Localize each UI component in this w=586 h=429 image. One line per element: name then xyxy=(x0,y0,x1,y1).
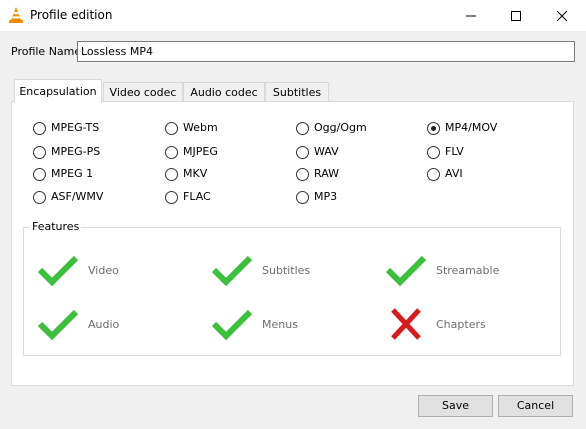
cancel-button-label: Cancel xyxy=(516,399,555,412)
check-icon xyxy=(37,309,79,341)
cancel-button[interactable]: Cancel xyxy=(498,395,573,417)
feature-label: Menus xyxy=(262,318,298,331)
features-title: Features xyxy=(30,220,82,233)
minimize-icon xyxy=(466,15,476,17)
save-button-label: Save xyxy=(441,399,469,412)
feature-label: Video xyxy=(88,264,119,277)
feature-label: Chapters xyxy=(436,318,486,331)
save-button[interactable]: Save xyxy=(418,395,493,417)
radio-label: Webm xyxy=(183,121,218,134)
feature-label: Streamable xyxy=(436,264,500,277)
radio-circle xyxy=(296,191,309,204)
feature-label: Audio xyxy=(88,318,120,331)
radio-circle xyxy=(33,122,46,135)
check-icon xyxy=(211,255,253,287)
radio-circle xyxy=(165,122,178,135)
check-icon xyxy=(211,309,253,341)
minimize-button[interactable] xyxy=(448,0,494,31)
tab-subtitles[interactable]: Subtitles xyxy=(265,82,329,102)
tab-audio-codec[interactable]: Audio codec xyxy=(183,82,265,102)
cross-icon xyxy=(391,308,421,340)
radio-circle xyxy=(296,146,309,159)
window-title: Profile edition xyxy=(30,8,113,22)
radio-label: RAW xyxy=(314,167,339,180)
radio-circle xyxy=(427,146,440,159)
profile-name-label: Profile Name xyxy=(11,45,82,58)
radio-circle xyxy=(296,168,309,181)
close-button[interactable] xyxy=(539,0,585,31)
radio-label: MP3 xyxy=(314,190,338,203)
radio-circle xyxy=(296,122,309,135)
features-group: Features Video Subtitles Streamable Audi… xyxy=(23,220,561,356)
radio-label: AVI xyxy=(445,167,463,180)
radio-circle xyxy=(165,168,178,181)
encapsulation-panel: MPEG-TS Webm Ogg/Ogm MP4/MOV MPEG-PS MJP… xyxy=(11,101,574,386)
radio-label: MPEG-PS xyxy=(51,145,101,158)
radio-label: MPEG 1 xyxy=(51,167,94,180)
feature-label: Subtitles xyxy=(262,264,311,277)
vlc-cone-icon xyxy=(8,6,24,24)
radio-label: Ogg/Ogm xyxy=(314,121,367,134)
maximize-icon xyxy=(511,11,521,21)
radio-label: FLV xyxy=(445,145,464,158)
radio-circle xyxy=(165,191,178,204)
radio-circle xyxy=(165,146,178,159)
profile-name-input[interactable] xyxy=(77,41,575,62)
radio-circle xyxy=(33,168,46,181)
tab-label: Subtitles xyxy=(272,86,322,99)
radio-label: MP4/MOV xyxy=(445,121,498,134)
radio-label: MJPEG xyxy=(183,145,218,158)
check-icon xyxy=(37,255,79,287)
radio-circle xyxy=(427,168,440,181)
check-icon xyxy=(385,255,427,287)
radio-label: MKV xyxy=(183,167,208,180)
tab-label: Encapsulation xyxy=(19,85,97,98)
tab-video-codec[interactable]: Video codec xyxy=(103,82,183,102)
tab-label: Audio codec xyxy=(190,86,258,99)
radio-label: WAV xyxy=(314,145,339,158)
tab-encapsulation[interactable]: Encapsulation xyxy=(14,79,102,103)
title-bar: Profile edition xyxy=(0,0,586,31)
maximize-button[interactable] xyxy=(493,0,539,31)
radio-circle xyxy=(427,122,440,135)
radio-label: FLAC xyxy=(183,190,211,203)
radio-label: ASF/WMV xyxy=(51,190,104,203)
radio-circle xyxy=(33,146,46,159)
close-icon xyxy=(556,10,568,22)
tab-label: Video codec xyxy=(109,86,177,99)
radio-circle xyxy=(33,191,46,204)
radio-label: MPEG-TS xyxy=(51,121,100,134)
